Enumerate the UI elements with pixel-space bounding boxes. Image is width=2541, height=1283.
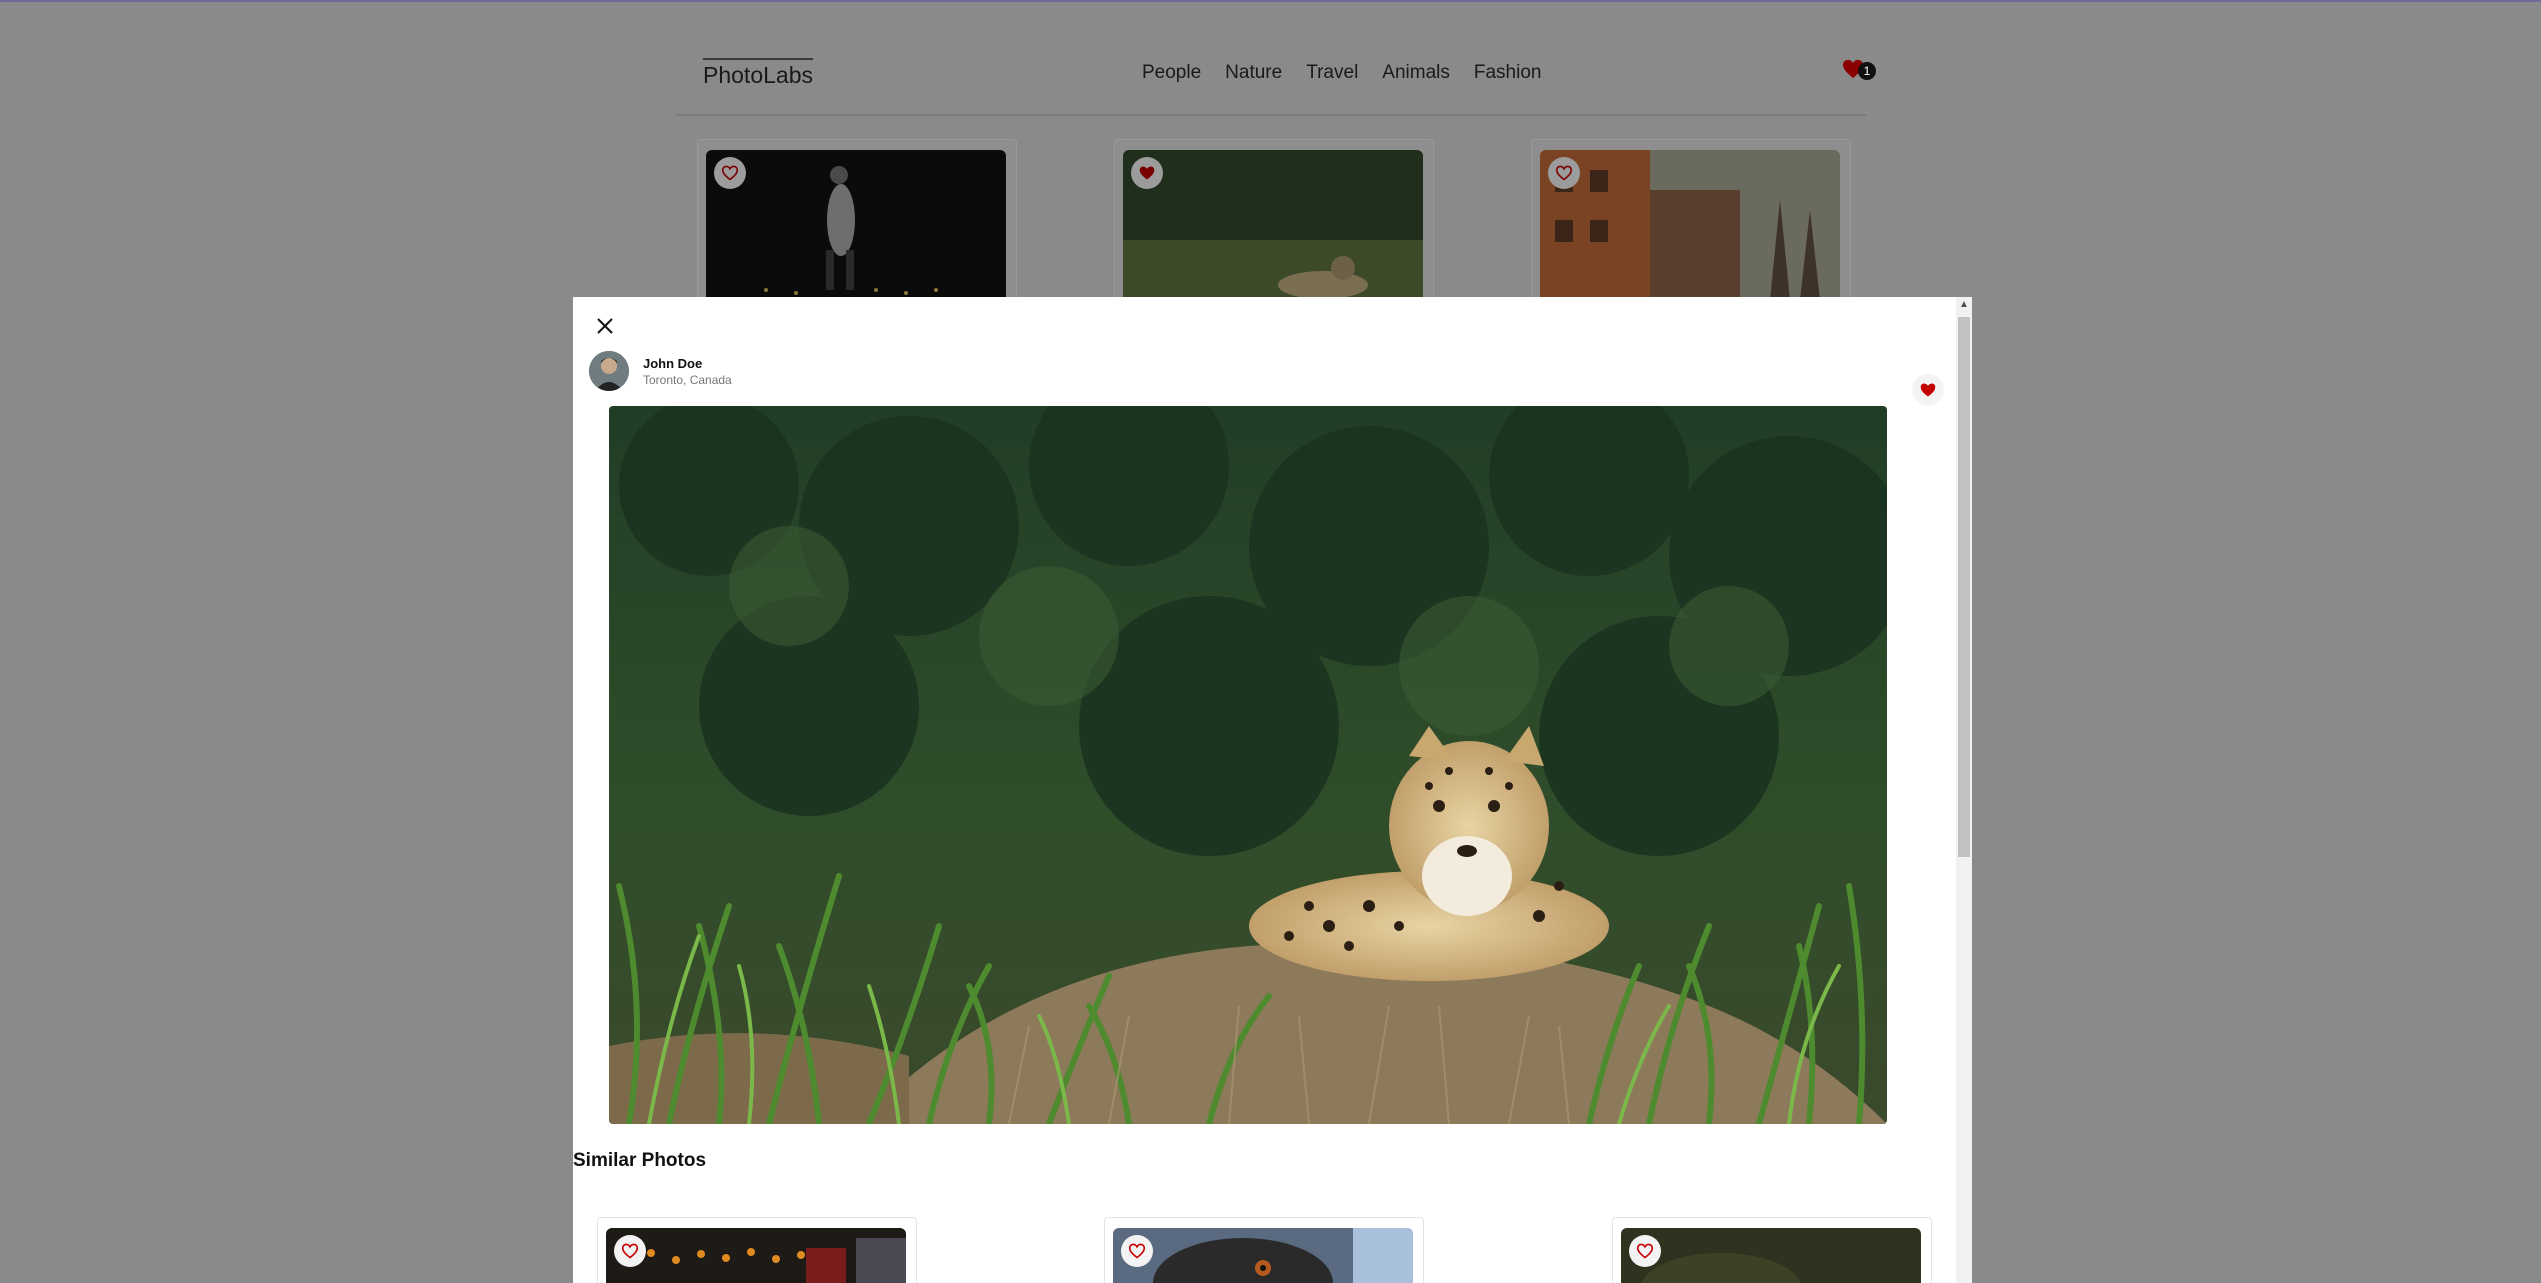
favorite-button[interactable] xyxy=(714,157,746,189)
topic-list: People Nature Travel Animals Fashion xyxy=(1142,62,1541,84)
favorite-button[interactable] xyxy=(614,1235,646,1267)
photo-ostrich-thumb xyxy=(1113,1228,1413,1283)
photographer-info: John Doe Toronto, Canada xyxy=(589,349,732,393)
photo-leopard-thumb xyxy=(1123,150,1423,300)
favorites-badge[interactable]: 1 xyxy=(1842,59,1878,83)
photo-dark-forest-thumb xyxy=(1621,1228,1921,1283)
favorite-button[interactable] xyxy=(1548,157,1580,189)
favorite-button[interactable] xyxy=(1912,374,1944,406)
photo-buildings-thumb xyxy=(1540,150,1840,300)
heart-outline-icon xyxy=(621,1243,639,1259)
scroll-up-arrow-icon[interactable]: ▲ xyxy=(1956,297,1972,313)
photo-card[interactable] xyxy=(1114,139,1434,301)
similar-photo-card[interactable] xyxy=(1104,1217,1424,1283)
heart-outline-icon xyxy=(1128,1243,1146,1259)
main-photo-leopard xyxy=(609,406,1887,1124)
scroll-thumb[interactable] xyxy=(1958,317,1970,857)
photographer-name: John Doe xyxy=(643,355,703,371)
favorite-button[interactable] xyxy=(1629,1235,1661,1267)
similar-photo-card[interactable] xyxy=(597,1217,917,1283)
similar-photo-card[interactable] xyxy=(1612,1217,1932,1283)
heart-outline-icon xyxy=(721,165,739,181)
heart-filled-icon xyxy=(1139,166,1155,180)
favorites-count: 1 xyxy=(1858,62,1876,80)
favorite-button[interactable] xyxy=(1131,157,1163,189)
photographer-location: Toronto, Canada xyxy=(643,372,732,387)
photo-person-dark xyxy=(706,150,1006,300)
avatar xyxy=(589,351,629,391)
heart-outline-icon xyxy=(1555,165,1573,181)
heart-outline-icon xyxy=(1636,1243,1654,1259)
close-icon xyxy=(597,318,613,334)
photo-night-lights-thumb xyxy=(606,1228,906,1283)
topic-nature[interactable]: Nature xyxy=(1225,62,1282,84)
photo-card[interactable] xyxy=(1531,139,1851,301)
topic-travel[interactable]: Travel xyxy=(1306,62,1358,84)
modal-scrollbar[interactable]: ▲ xyxy=(1956,297,1972,1283)
topic-animals[interactable]: Animals xyxy=(1382,62,1450,84)
close-button[interactable] xyxy=(593,314,617,338)
app-logo[interactable]: PhotoLabs xyxy=(703,58,813,89)
photographer-text: John Doe Toronto, Canada xyxy=(643,356,732,387)
heart-filled-icon xyxy=(1920,383,1936,397)
topic-people[interactable]: People xyxy=(1142,62,1201,84)
photo-card[interactable] xyxy=(697,139,1017,301)
photo-details-modal: John Doe Toronto, Canada Similar Photos … xyxy=(573,297,1972,1283)
favorite-button[interactable] xyxy=(1121,1235,1153,1267)
top-navigation-bar: PhotoLabs People Nature Travel Animals F… xyxy=(676,42,1876,116)
similar-photos-heading: Similar Photos xyxy=(573,1150,707,1171)
topic-fashion[interactable]: Fashion xyxy=(1474,62,1542,84)
